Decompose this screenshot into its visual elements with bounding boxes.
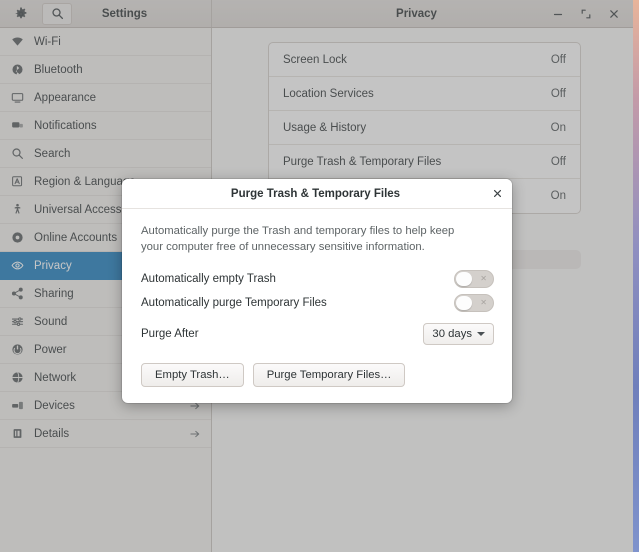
header-bar-panel-section: Privacy bbox=[212, 0, 633, 27]
toggle-off-icon: ✕ bbox=[480, 298, 487, 307]
details-icon bbox=[9, 426, 25, 442]
row-label: Automatically empty Trash bbox=[141, 273, 276, 285]
notifications-icon bbox=[9, 118, 25, 134]
dialog-close-button[interactable] bbox=[485, 182, 509, 206]
network-icon bbox=[9, 370, 25, 386]
search-icon bbox=[51, 8, 63, 20]
sidebar-item-label: Notifications bbox=[34, 119, 97, 132]
sidebar-title: Settings bbox=[101, 7, 148, 20]
sidebar-item-details[interactable]: Details bbox=[0, 420, 211, 448]
automatically-purge-temp-files-toggle[interactable]: ✕ bbox=[454, 294, 494, 312]
privacy-row-usage-history[interactable]: Usage & History On bbox=[269, 111, 580, 145]
search-button[interactable] bbox=[42, 2, 72, 25]
devices-icon bbox=[9, 398, 25, 414]
dialog-title: Purge Trash & Temporary Files bbox=[230, 187, 401, 200]
gear-icon bbox=[15, 7, 27, 18]
row-label: Purge Trash & Temporary Files bbox=[283, 155, 442, 168]
privacy-row-screen-lock[interactable]: Screen Lock Off bbox=[269, 43, 580, 77]
region-language-icon bbox=[9, 174, 25, 190]
row-status: On bbox=[550, 121, 566, 134]
dialog-row-purge-temp-files: Automatically purge Temporary Files ✕ bbox=[141, 291, 494, 315]
close-icon bbox=[610, 9, 618, 18]
dialog-description: Automatically purge the Trash and tempor… bbox=[141, 225, 455, 253]
privacy-row-location-services[interactable]: Location Services Off bbox=[269, 77, 580, 111]
row-label: Usage & History bbox=[283, 121, 367, 134]
row-status: On bbox=[550, 190, 566, 202]
chevron-right-icon bbox=[189, 428, 201, 440]
sidebar-item-label: Bluetooth bbox=[34, 63, 83, 76]
appearance-icon bbox=[9, 90, 25, 106]
minimize-button[interactable] bbox=[545, 2, 571, 26]
dialog-row-empty-trash: Automatically empty Trash ✕ bbox=[141, 267, 494, 291]
sidebar-item-notifications[interactable]: Notifications bbox=[0, 112, 211, 140]
page-title: Privacy bbox=[396, 7, 437, 20]
header-bar-sidebar-section: Settings bbox=[0, 0, 212, 27]
bluetooth-icon bbox=[9, 62, 25, 78]
sidebar-item-bluetooth[interactable]: Bluetooth bbox=[0, 56, 211, 84]
automatically-empty-trash-toggle[interactable]: ✕ bbox=[454, 270, 494, 288]
sidebar-item-label: Appearance bbox=[34, 91, 97, 104]
maximize-button[interactable] bbox=[573, 2, 599, 26]
online-accounts-icon bbox=[9, 230, 25, 246]
row-label: Screen Lock bbox=[283, 53, 347, 66]
sidebar-item-label: Search bbox=[34, 147, 71, 160]
sound-icon bbox=[9, 314, 25, 330]
universal-access-icon bbox=[9, 202, 25, 218]
row-label: Location Services bbox=[283, 87, 374, 100]
empty-trash-button[interactable]: Empty Trash… bbox=[141, 363, 244, 387]
toggle-off-icon: ✕ bbox=[480, 274, 487, 283]
search-icon bbox=[9, 146, 25, 162]
purge-after-dropdown[interactable]: 30 days bbox=[423, 323, 494, 345]
settings-window: Settings Privacy Wi-Fi Bluetooth Appeara… bbox=[0, 0, 633, 552]
row-label: Automatically purge Temporary Files bbox=[141, 297, 327, 309]
row-status: Off bbox=[550, 53, 566, 66]
close-button[interactable] bbox=[601, 2, 627, 26]
sharing-icon bbox=[9, 286, 25, 302]
sidebar-item-wifi[interactable]: Wi-Fi bbox=[0, 28, 211, 56]
privacy-row-purge-trash[interactable]: Purge Trash & Temporary Files Off bbox=[269, 145, 580, 179]
sidebar-item-search[interactable]: Search bbox=[0, 140, 211, 168]
dialog-row-purge-after: Purge After 30 days bbox=[141, 321, 494, 347]
header-bar: Settings Privacy bbox=[0, 0, 633, 28]
power-icon bbox=[9, 342, 25, 358]
purge-trash-dialog: Purge Trash & Temporary Files Automatica… bbox=[122, 179, 512, 403]
privacy-eye-icon bbox=[9, 258, 25, 274]
app-menu-button[interactable] bbox=[6, 3, 36, 25]
row-status: Off bbox=[550, 87, 566, 100]
sidebar-item-appearance[interactable]: Appearance bbox=[0, 84, 211, 112]
row-label: Purge After bbox=[141, 328, 199, 340]
sidebar-item-label: Details bbox=[34, 427, 70, 440]
toggle-knob bbox=[456, 272, 472, 286]
purge-temporary-files-button[interactable]: Purge Temporary Files… bbox=[252, 363, 406, 387]
close-icon bbox=[493, 189, 501, 198]
dialog-body: Automatically purge the Trash and tempor… bbox=[122, 209, 512, 403]
sidebar-item-label: Wi-Fi bbox=[34, 35, 61, 48]
purge-after-value: 30 days bbox=[432, 328, 472, 340]
restore-icon bbox=[581, 9, 591, 18]
dialog-actions: Empty Trash… Purge Temporary Files… bbox=[141, 363, 494, 387]
dialog-header: Purge Trash & Temporary Files bbox=[122, 179, 512, 209]
wifi-icon bbox=[9, 34, 25, 50]
window-controls bbox=[545, 2, 633, 26]
toggle-knob bbox=[456, 296, 472, 310]
row-status: Off bbox=[550, 155, 566, 168]
chevron-down-icon bbox=[477, 332, 485, 336]
minimize-icon bbox=[553, 13, 563, 15]
